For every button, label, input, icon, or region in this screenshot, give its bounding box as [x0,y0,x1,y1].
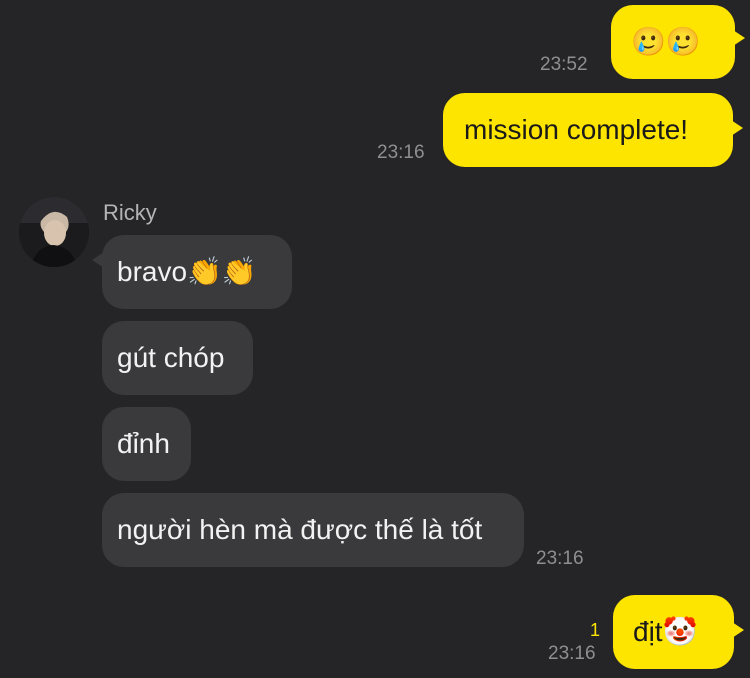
incoming-message-bubble[interactable]: gút chóp [102,321,253,395]
avatar[interactable] [19,197,89,267]
message-text: đỉnh [117,428,170,459]
profile-photo-icon [19,197,89,267]
sender-name: Ricky [103,200,157,225]
message-text: người hèn mà được thế là tốt [117,514,483,545]
bubble-tail [731,120,743,136]
message-text: gút chóp [117,342,225,373]
bubble-tail [732,622,744,638]
unread-count-badge: 1 [590,620,601,640]
incoming-message-bubble[interactable]: đỉnh [102,407,191,481]
timestamp: 23:16 [548,643,596,664]
timestamp: 23:16 [536,548,584,569]
outgoing-message-bubble[interactable]: mission complete! [443,93,733,167]
outgoing-message-bubble[interactable]: 🥲🥲 [611,5,735,79]
message-text: 🥲🥲 [631,26,701,57]
timestamp: 23:16 [377,142,425,163]
bubble-tail [733,30,745,46]
incoming-message-bubble[interactable]: người hèn mà được thế là tốt [102,493,524,567]
outgoing-message-bubble[interactable]: địt🤡 [613,595,734,669]
message-text: mission complete! [464,114,689,145]
message-text: bravo👏👏 [117,256,257,287]
timestamp: 23:52 [540,54,588,75]
message-text: địt🤡 [633,616,698,647]
incoming-message-bubble[interactable]: bravo👏👏 [102,235,292,309]
